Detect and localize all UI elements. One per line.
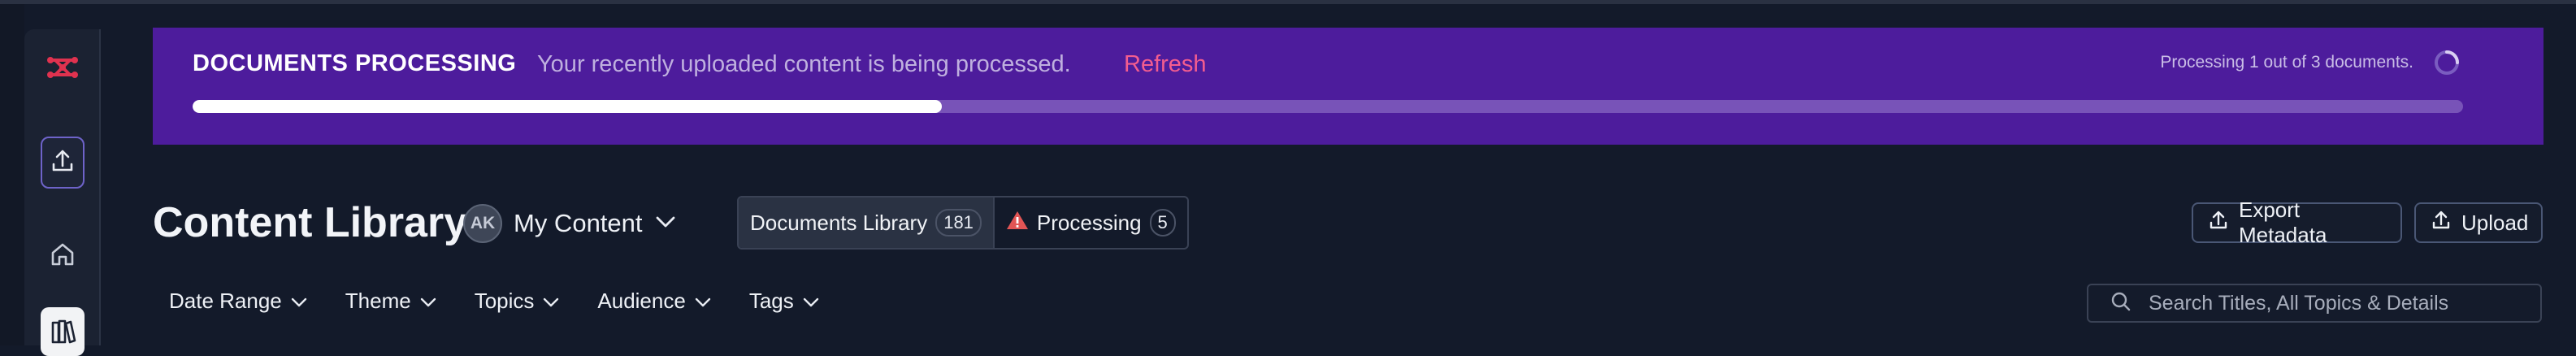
spinner-icon	[2433, 49, 2461, 76]
export-icon	[2208, 210, 2229, 237]
banner-message: Your recently uploaded content is being …	[537, 51, 1071, 77]
chevron-down-icon	[694, 289, 712, 314]
chevron-down-icon	[802, 289, 820, 314]
count-badge: 181	[935, 209, 982, 237]
tab-documents-library[interactable]: Documents Library 181	[739, 198, 995, 248]
chevron-down-icon	[419, 289, 437, 314]
warning-icon	[1006, 210, 1029, 237]
count-badge: 5	[1149, 209, 1176, 237]
progress-bar	[193, 100, 2463, 113]
library-tabs: Documents Library 181 Processing 5	[737, 196, 1189, 250]
filter-topics[interactable]: Topics	[475, 289, 561, 314]
home-icon	[49, 241, 76, 272]
filter-label: Tags	[748, 289, 794, 313]
owner-dropdown[interactable]: AK My Content	[463, 203, 677, 244]
tab-label: Processing	[1036, 210, 1142, 235]
logo-icon[interactable]	[44, 49, 81, 86]
tab-label: Documents Library	[750, 210, 928, 235]
sidebar-item-library[interactable]	[41, 307, 85, 356]
chevron-down-icon	[542, 289, 560, 314]
upload-icon	[50, 148, 76, 178]
left-gutter	[0, 4, 24, 345]
window-top-edge	[0, 0, 2576, 4]
filter-theme[interactable]: Theme	[345, 289, 437, 314]
filter-label: Topics	[474, 289, 535, 313]
filter-label: Date Range	[169, 289, 282, 313]
page-title: Content Library	[153, 199, 468, 246]
export-label: Export Metadata	[2239, 198, 2327, 247]
filter-bar: Date Range Theme Topics Audience Tags	[169, 289, 857, 314]
sidebar-item-home[interactable]	[41, 230, 85, 282]
search-input[interactable]	[2149, 291, 2522, 315]
search-icon	[2110, 290, 2132, 317]
chevron-down-icon	[654, 215, 677, 233]
library-icon	[49, 316, 76, 348]
progress-bar-fill	[193, 100, 943, 113]
refresh-link[interactable]: Refresh	[1124, 51, 1207, 78]
upload-label: Upload	[2461, 210, 2529, 235]
filter-tags[interactable]: Tags	[749, 289, 820, 314]
upload-button[interactable]: Upload	[2414, 202, 2543, 243]
filter-audience[interactable]: Audience	[597, 289, 711, 314]
avatar: AK	[463, 204, 502, 243]
export-metadata-button[interactable]: Export Metadata	[2192, 198, 2402, 247]
sidebar-item-upload[interactable]	[41, 137, 85, 189]
search-box	[2087, 284, 2542, 323]
filter-date-range[interactable]: Date Range	[169, 289, 308, 314]
banner-title: DOCUMENTS PROCESSING	[193, 50, 517, 76]
sidebar	[24, 29, 101, 356]
processing-status-text: Processing 1 out of 3 documents.	[2160, 53, 2413, 72]
owner-label: My Content	[514, 209, 643, 237]
processing-banner: DOCUMENTS PROCESSING Your recently uploa…	[153, 28, 2543, 145]
chevron-down-icon	[290, 289, 308, 314]
upload-icon	[2431, 210, 2452, 237]
filter-label: Audience	[597, 289, 686, 313]
tab-processing[interactable]: Processing 5	[995, 198, 1187, 248]
filter-label: Theme	[345, 289, 411, 313]
